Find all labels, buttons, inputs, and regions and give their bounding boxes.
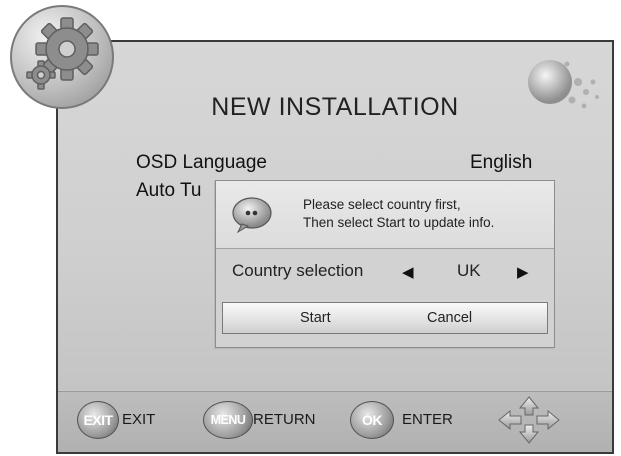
country-dialog: Please select country first, Then select…: [215, 180, 555, 348]
arrows-cross-icon: [498, 396, 560, 444]
country-left-arrow[interactable]: ◀: [402, 263, 414, 281]
dialog-button-bar: Start Cancel: [222, 302, 548, 334]
page-title: NEW INSTALLATION: [211, 93, 459, 121]
country-value[interactable]: UK: [457, 261, 481, 281]
message-box: Please select country first, Then select…: [216, 181, 554, 249]
auto-tuning-label: Auto Tu: [136, 180, 202, 201]
enter-label: ENTER: [402, 411, 453, 428]
country-right-arrow[interactable]: ▶: [517, 263, 529, 281]
installation-screen: NEW INSTALLATION OSD Language English Au…: [0, 0, 621, 456]
exit-label: EXIT: [122, 411, 156, 428]
return-label: RETURN: [253, 411, 316, 428]
osd-language-value[interactable]: English: [470, 152, 532, 174]
osd-language-label: OSD Language: [136, 152, 267, 173]
message-line-2: Then select Start to update info.: [303, 215, 495, 230]
exit-key[interactable]: EXIT: [77, 401, 119, 439]
country-selection-label: Country selection: [232, 261, 364, 280]
message-line-1: Please select country first,: [303, 197, 461, 212]
cancel-button[interactable]: Cancel: [427, 310, 472, 326]
gear-icon: [26, 17, 99, 90]
speech-bubble-icon: [232, 197, 272, 234]
ok-key[interactable]: OK: [350, 401, 394, 439]
start-button[interactable]: Start: [300, 310, 331, 326]
menu-key[interactable]: MENU: [203, 401, 253, 439]
